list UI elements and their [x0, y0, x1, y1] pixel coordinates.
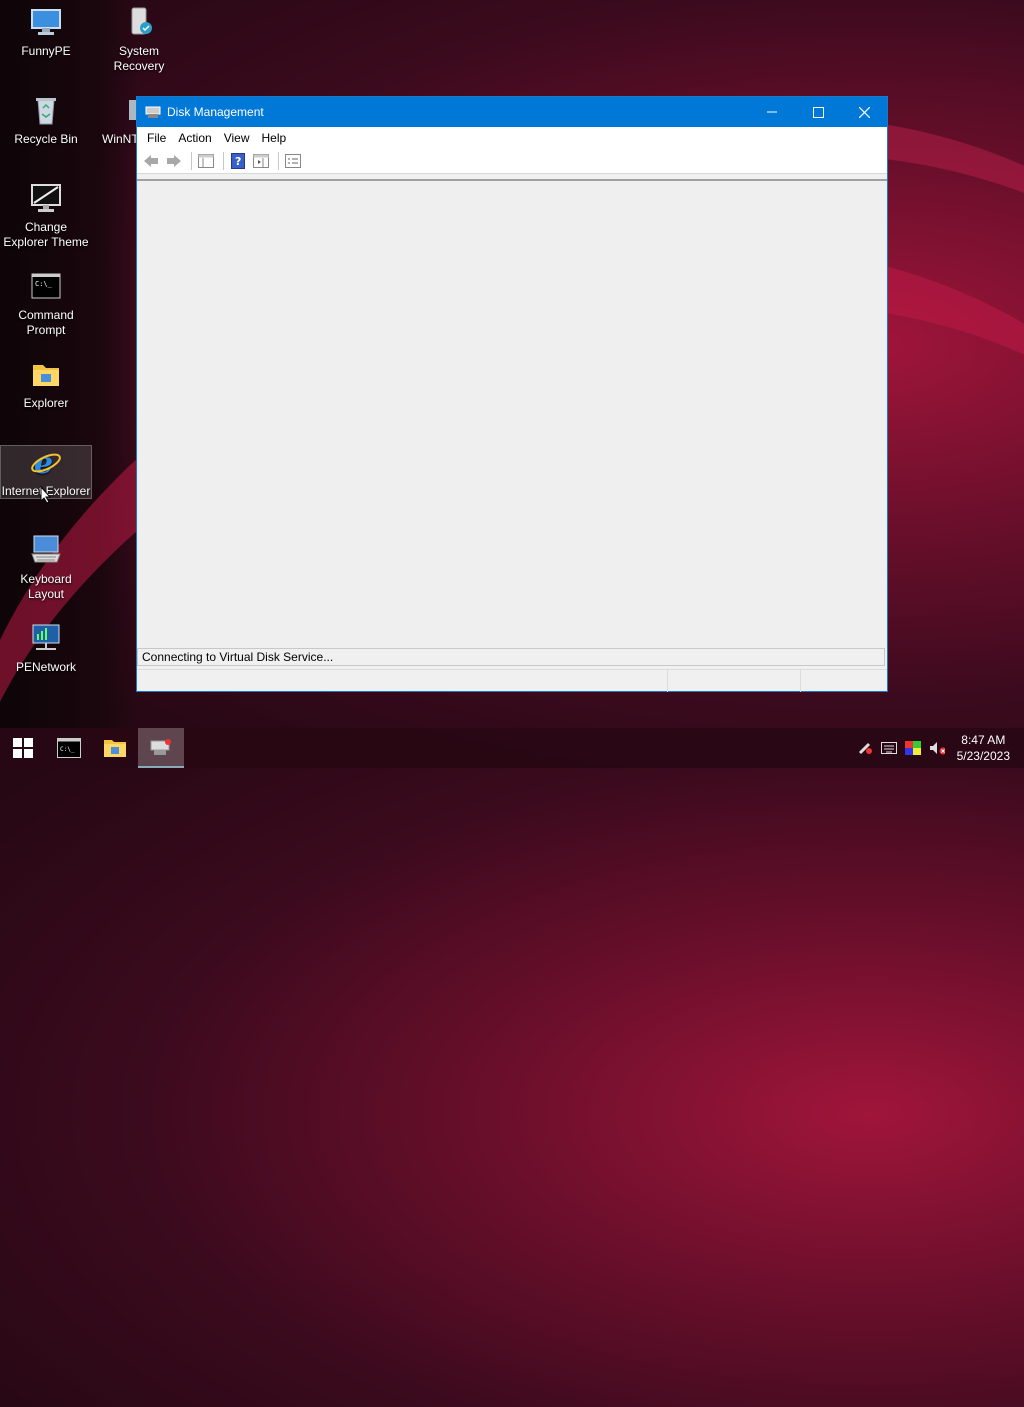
svg-text:?: ?	[235, 155, 241, 168]
desktop-icon-penetwork[interactable]: PENetwork	[2, 622, 90, 675]
keyboard-icon[interactable]	[880, 740, 897, 756]
menu-view[interactable]: View	[218, 131, 256, 145]
properties-icon	[285, 154, 301, 168]
desktop-icon-command-prompt[interactable]: C:\_ Command Prompt	[2, 270, 90, 338]
window-title: Disk Management	[167, 105, 264, 119]
system-tray: 8:47 AM 5/23/2023	[853, 728, 1024, 768]
desktop-icon-change-explorer-theme[interactable]: Change Explorer Theme	[2, 182, 90, 250]
minimize-button[interactable]	[749, 97, 795, 127]
close-icon	[858, 106, 870, 118]
recovery-drive-icon	[123, 6, 155, 38]
command-prompt-icon: C:\_	[57, 738, 81, 758]
command-prompt-icon: C:\_	[30, 270, 62, 302]
monitor-theme-icon	[30, 182, 62, 214]
properties-button[interactable]	[283, 151, 303, 171]
minimize-icon	[767, 111, 777, 113]
action-pane-icon	[253, 154, 269, 168]
desktop-icon-label: Explorer	[23, 396, 69, 410]
forward-arrow-icon	[167, 155, 181, 167]
desktop-icon-label: Recycle Bin	[14, 132, 78, 146]
main-content-pane	[137, 179, 887, 647]
desktop-icon-explorer[interactable]: Explorer	[2, 358, 90, 411]
menu-bar: File Action View Help	[137, 127, 887, 149]
forward-button[interactable]	[164, 151, 184, 171]
svg-text:C:\_: C:\_	[60, 746, 75, 753]
recycle-bin-icon	[30, 94, 62, 126]
disk-management-window[interactable]: Disk Management File Action View Help ?	[136, 96, 888, 692]
clock-date: 5/23/2023	[956, 749, 1010, 763]
volume-muted-icon[interactable]	[929, 740, 945, 756]
menu-file[interactable]: File	[141, 131, 172, 145]
desktop-icon-label: System Recovery	[113, 44, 165, 73]
disk-management-icon	[150, 739, 171, 755]
status-pane	[801, 670, 887, 692]
menu-action[interactable]: Action	[172, 131, 217, 145]
desktop-icon-label: FunnyPE	[21, 44, 71, 58]
show-hide-action-pane-button[interactable]	[251, 151, 271, 171]
clock-time: 8:47 AM	[961, 733, 1006, 747]
taskbar-command-prompt[interactable]: C:\_	[46, 728, 92, 768]
desktop-icon-keyboard-layout[interactable]: Keyboard Layout	[2, 534, 90, 602]
window-titlebar[interactable]: Disk Management	[137, 97, 887, 127]
close-button[interactable]	[841, 97, 887, 127]
clock[interactable]: 8:47 AM 5/23/2023	[957, 732, 1010, 764]
menu-help[interactable]: Help	[256, 131, 293, 145]
back-button[interactable]	[141, 151, 161, 171]
folder-icon	[104, 740, 126, 757]
computer-icon	[30, 6, 62, 38]
network-icon	[30, 622, 62, 654]
connecting-status: Connecting to Virtual Disk Service...	[137, 648, 885, 666]
maximize-icon	[812, 106, 824, 118]
disk-management-icon	[145, 105, 161, 119]
status-bar	[137, 669, 887, 692]
help-button[interactable]: ?	[228, 151, 248, 171]
taskbar: C:\_ 8:47 AM 5/23/2023	[0, 728, 1024, 768]
mouse-cursor	[40, 485, 52, 507]
back-arrow-icon	[144, 155, 158, 167]
show-hide-tree-button[interactable]	[196, 151, 216, 171]
start-button[interactable]	[0, 728, 46, 768]
toolbar-separator	[191, 152, 192, 170]
display-color-icon[interactable]	[904, 740, 921, 756]
console-tree-icon	[198, 154, 214, 168]
desktop-icon-label: Command Prompt	[18, 308, 74, 337]
status-pane	[137, 670, 668, 692]
help-icon: ?	[231, 153, 245, 169]
desktop-icon-winnt[interactable]: WinNT	[95, 94, 139, 147]
toolbar-separator	[223, 152, 224, 170]
toolbar: ?	[137, 149, 887, 174]
desktop-icon-label: PENetwork	[15, 660, 77, 674]
svg-text:C:\_: C:\_	[35, 280, 53, 288]
desktop-icon-recycle-bin[interactable]: Recycle Bin	[2, 94, 90, 147]
desktop-icon-label: WinNT	[102, 132, 139, 146]
status-pane	[668, 670, 801, 692]
folder-icon	[30, 358, 62, 390]
desktop-icon-label: Change Explorer Theme	[3, 220, 89, 249]
desktop-icon-system-recovery[interactable]: System Recovery	[95, 6, 183, 74]
usb-eject-icon[interactable]	[857, 740, 873, 756]
maximize-button[interactable]	[795, 97, 841, 127]
windows-logo-icon	[13, 738, 33, 758]
internet-explorer-icon: e	[30, 446, 62, 481]
toolbar-separator	[278, 152, 279, 170]
desktop-icon-label: Keyboard Layout	[20, 572, 72, 601]
taskbar-file-explorer[interactable]	[92, 728, 138, 768]
taskbar-disk-management[interactable]	[138, 728, 184, 768]
keyboard-layout-icon	[30, 534, 62, 566]
desktop-icon-funnype[interactable]: FunnyPE	[2, 6, 90, 59]
